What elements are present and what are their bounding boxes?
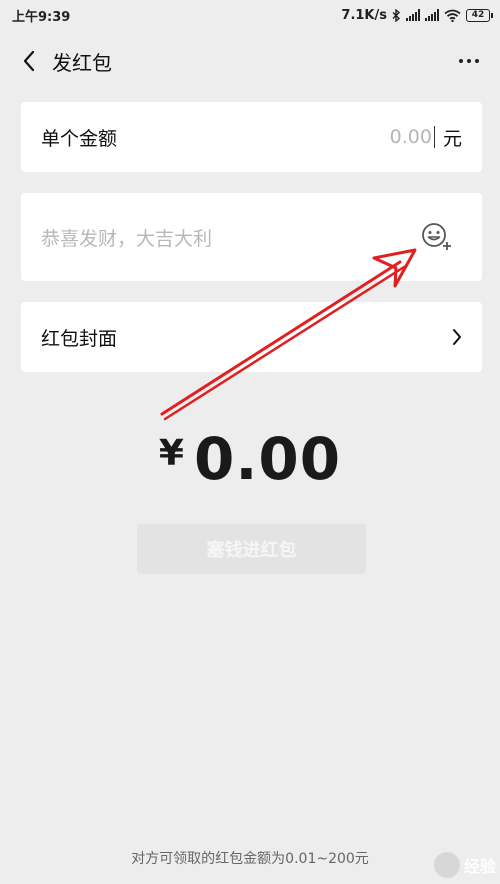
battery-icon: 42 [466,8,493,22]
more-dots-icon [459,59,463,63]
back-button[interactable] [12,44,46,78]
amount-label: 单个金额 [41,127,118,150]
bluetooth-icon [392,8,401,22]
status-bar: 上午9:39 7.1K/s 42 [0,0,500,30]
network-speed: 7.1K/s [341,7,387,23]
total-value: 0.00 [193,425,342,493]
chevron-right-icon [453,329,461,345]
amount-input[interactable]: 0.00 [390,126,443,148]
blessing-row: 恭喜发财，大吉大利 [21,193,482,281]
wifi-icon [444,9,461,22]
cover-label: 红包封面 [41,327,118,350]
footer-note: 对方可领取的红包金额为0.01~200元 [131,851,369,867]
more-button[interactable] [452,44,486,78]
status-time: 上午9:39 [12,9,71,25]
submit-button[interactable]: 塞钱进红包 [137,524,366,574]
back-arrow-icon [23,50,35,72]
emoji-button[interactable] [420,220,454,254]
emoji-add-icon [422,223,451,250]
watermark: 经验 [433,852,496,878]
blessing-input[interactable]: 恭喜发财，大吉大利 [41,224,420,251]
currency-symbol: ¥ [158,433,184,474]
total-amount: ¥0.00 [0,425,500,493]
signal-icon [406,9,420,21]
amount-row[interactable]: 单个金额 0.00 元 [21,102,482,172]
paw-logo-icon [433,852,460,878]
amount-unit: 元 [442,127,462,150]
signal-icon [425,9,439,21]
nav-bar: 发红包 [0,36,500,86]
text-caret [433,126,435,148]
status-icons: 7.1K/s 42 [341,7,493,23]
page-title: 发红包 [52,50,112,75]
watermark-text: 经验 [463,857,496,876]
amount-placeholder: 0.00 [389,126,432,148]
cover-row[interactable]: 红包封面 [21,302,482,372]
